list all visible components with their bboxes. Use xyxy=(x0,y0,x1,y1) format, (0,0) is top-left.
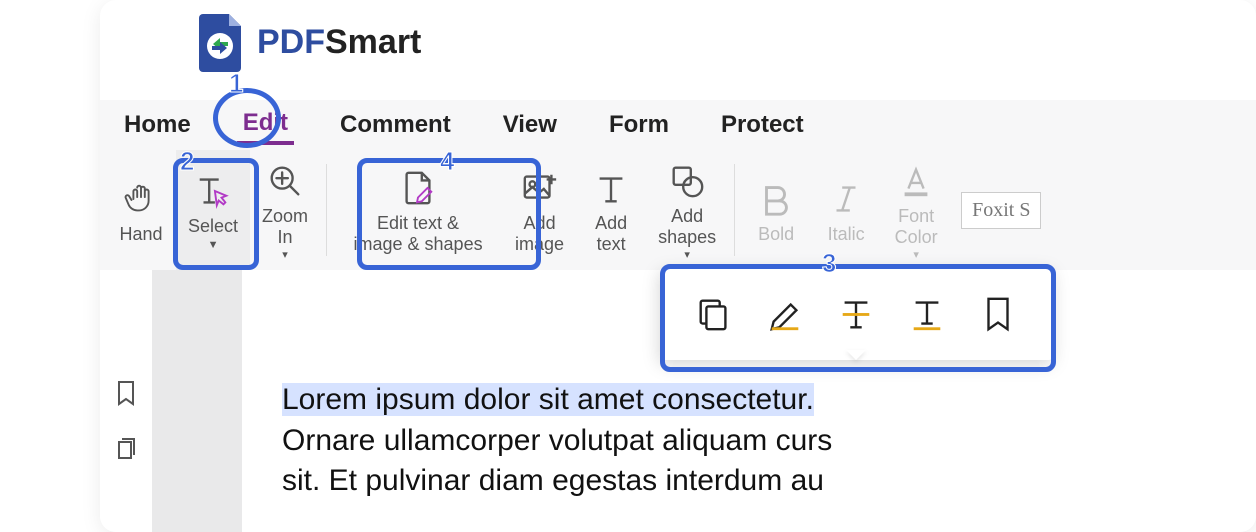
brand-icon xyxy=(195,12,245,72)
separator xyxy=(326,164,327,256)
copy-icon[interactable] xyxy=(695,295,733,333)
hand-icon xyxy=(122,180,160,218)
tool-hand-label: Hand xyxy=(119,224,162,245)
tool-zoom-in[interactable]: Zoom In ▾ xyxy=(250,150,320,270)
tool-add-shapes-label: Add shapes xyxy=(658,206,716,247)
font-color-icon xyxy=(897,162,935,200)
tool-bold-label: Bold xyxy=(758,224,794,245)
tool-select-label: Select xyxy=(188,216,238,237)
menu-form[interactable]: Form xyxy=(603,107,675,143)
tool-add-image-label: Add image xyxy=(515,213,564,254)
thumbnail-column[interactable] xyxy=(152,270,242,532)
content-area: Lorem ipsum dolor sit amet consectetur. … xyxy=(100,270,1256,532)
font-selector[interactable]: Foxit S xyxy=(961,192,1041,229)
tool-edit-l1: Edit text & xyxy=(377,213,459,234)
chevron-down-icon: ▼ xyxy=(208,239,219,252)
shapes-icon xyxy=(668,162,706,200)
tool-italic-label: Italic xyxy=(828,224,865,245)
underline-icon[interactable] xyxy=(908,295,946,333)
callout-1: 1 xyxy=(229,68,243,99)
callout-4: 4 xyxy=(440,146,454,177)
zoom-in-icon xyxy=(266,162,304,200)
tool-edit-text-image-shapes[interactable]: Edit text & image & shapes xyxy=(333,150,503,270)
chevron-down-icon: ▾ xyxy=(282,249,288,262)
app-window: PDFSmart Home Edit Comment View Form Pro… xyxy=(100,0,1256,532)
strikethrough-icon[interactable] xyxy=(837,295,875,333)
separator xyxy=(734,164,735,256)
tool-zoom-in-label: Zoom In xyxy=(262,206,308,247)
text-line-3[interactable]: sit. Et pulvinar diam egestas interdum a… xyxy=(282,461,1216,502)
tool-add-image[interactable]: Add image xyxy=(503,150,576,270)
menu-home[interactable]: Home xyxy=(118,107,197,143)
image-plus-icon xyxy=(521,169,559,207)
callout-2: 2 xyxy=(180,146,194,177)
text-icon xyxy=(592,169,630,207)
bold-icon xyxy=(757,180,795,218)
text-line-2[interactable]: Ornare ullamcorper volutpat aliquam curs xyxy=(282,421,1216,462)
left-sidebar xyxy=(100,270,152,532)
tool-hand[interactable]: Hand xyxy=(106,150,176,270)
tool-add-text-label: Add text xyxy=(595,213,627,254)
selection-toolbar xyxy=(660,268,1052,360)
document-page[interactable]: Lorem ipsum dolor sit amet consectetur. … xyxy=(242,270,1256,532)
tool-bold[interactable]: Bold xyxy=(741,150,811,270)
chevron-down-icon: ▾ xyxy=(913,249,919,262)
tool-font-color[interactable]: Font Color ▾ xyxy=(881,150,951,270)
bookmark-icon[interactable] xyxy=(113,380,139,406)
callout-1-ring xyxy=(213,88,281,148)
bookmark-icon[interactable] xyxy=(979,295,1017,333)
brand-name: PDFSmart xyxy=(257,23,421,62)
menu-protect[interactable]: Protect xyxy=(715,107,810,143)
ribbon: Hand Select ▼ Zoom In ▾ Edit text & image… xyxy=(100,150,1256,270)
select-text-icon xyxy=(194,172,232,210)
highlight-icon[interactable] xyxy=(766,295,804,333)
tool-font-color-label: Font Color xyxy=(895,206,938,247)
pages-icon[interactable] xyxy=(113,436,139,462)
menu-comment[interactable]: Comment xyxy=(334,107,457,143)
tool-add-shapes[interactable]: Add shapes ▾ xyxy=(646,150,728,270)
brand: PDFSmart xyxy=(195,12,421,72)
text-line-1[interactable]: Lorem ipsum dolor sit amet consectetur. xyxy=(282,380,1216,421)
italic-icon xyxy=(827,180,865,218)
menu-view[interactable]: View xyxy=(497,107,563,143)
edit-page-icon xyxy=(399,169,437,207)
tool-add-text[interactable]: Add text xyxy=(576,150,646,270)
chevron-down-icon: ▾ xyxy=(684,249,690,262)
tool-edit-l2: image & shapes xyxy=(354,234,483,255)
callout-3: 3 xyxy=(822,248,836,279)
